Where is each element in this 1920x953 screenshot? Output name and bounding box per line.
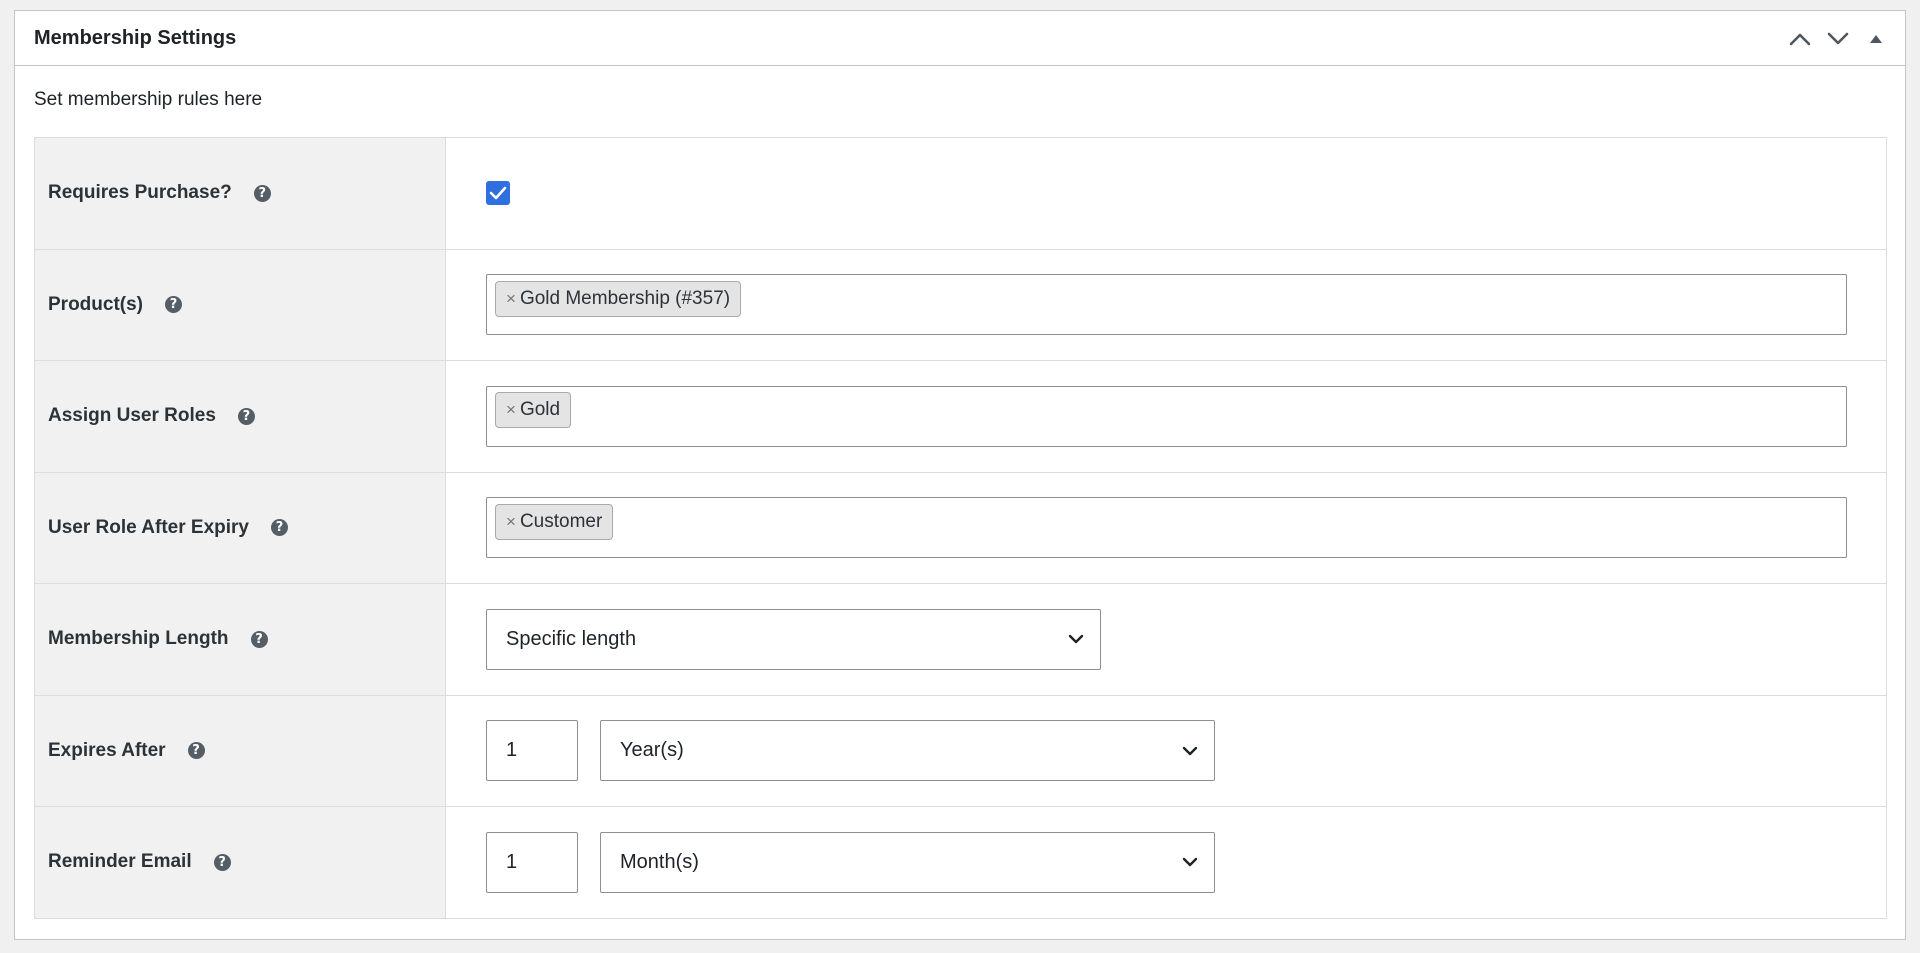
- token-label: Gold Membership (#357): [519, 287, 731, 309]
- assign-user-roles-label: Assign User Roles: [48, 405, 216, 427]
- chevron-up-icon: [1789, 33, 1811, 45]
- membership-length-select[interactable]: Specific length: [486, 608, 1101, 670]
- chevron-down-icon: [1068, 635, 1084, 644]
- move-down-button[interactable]: [1819, 19, 1857, 59]
- label-cell: Assign User Roles ?: [34, 360, 446, 473]
- membership-length-label: Membership Length: [48, 628, 229, 650]
- label-cell: Reminder Email ?: [34, 806, 446, 919]
- row-products: Product(s) ? × Gold Membership (#357): [34, 248, 1887, 361]
- row-user-role-after-expiry: User Role After Expiry ? × Customer: [34, 471, 1887, 584]
- user-role-after-expiry-label: User Role After Expiry: [48, 516, 249, 538]
- field-cell: × Gold Membership (#357): [445, 248, 1887, 361]
- selected-token: × Gold: [495, 392, 572, 429]
- field-cell: 1 Month(s): [445, 806, 1887, 919]
- metabox-title: Membership Settings: [34, 26, 237, 49]
- remove-token-icon[interactable]: ×: [506, 512, 516, 532]
- row-membership-length: Membership Length ? Specific length: [34, 583, 1887, 696]
- expires-after-unit-select[interactable]: Year(s): [600, 720, 1215, 782]
- move-up-button[interactable]: [1781, 19, 1819, 59]
- help-icon[interactable]: ?: [237, 407, 255, 425]
- row-expires-after: Expires After ? 1 Year(s): [34, 694, 1887, 807]
- help-icon[interactable]: ?: [187, 742, 205, 760]
- help-icon[interactable]: ?: [253, 184, 271, 202]
- remove-token-icon[interactable]: ×: [506, 289, 516, 309]
- label-cell: User Role After Expiry ?: [34, 471, 446, 584]
- reminder-email-label: Reminder Email: [48, 851, 192, 873]
- reminder-email-unit-select[interactable]: Month(s): [600, 831, 1215, 893]
- expires-after-label: Expires After: [48, 739, 166, 761]
- requires-purchase-label: Requires Purchase?: [48, 182, 232, 204]
- field-cell: × Gold: [445, 360, 1887, 473]
- field-cell: 1 Year(s): [445, 694, 1887, 807]
- field-cell: × Customer: [445, 471, 1887, 584]
- label-cell: Product(s) ?: [34, 248, 446, 361]
- token-label: Gold: [519, 399, 561, 421]
- row-requires-purchase: Requires Purchase? ?: [34, 137, 1887, 250]
- metabox-description: Set membership rules here: [34, 89, 263, 110]
- help-icon[interactable]: ?: [250, 630, 268, 648]
- row-reminder-email: Reminder Email ? 1 Month(s): [34, 806, 1887, 919]
- help-icon[interactable]: ?: [165, 296, 182, 314]
- products-select[interactable]: × Gold Membership (#357): [486, 274, 1847, 336]
- metabox-header: Membership Settings: [15, 11, 1905, 66]
- membership-settings-metabox: Membership Settings Set membership rules…: [14, 10, 1906, 940]
- selected-value: Specific length: [506, 627, 637, 650]
- requires-purchase-checkbox[interactable]: [486, 181, 510, 206]
- settings-table: Requires Purchase? ? Product(s) ? × Gold…: [34, 137, 1887, 919]
- field-cell: Specific length: [445, 583, 1887, 696]
- assign-user-roles-select[interactable]: × Gold: [486, 385, 1847, 447]
- help-icon[interactable]: ?: [213, 853, 231, 871]
- chevron-down-icon: [1182, 858, 1198, 867]
- toggle-panel-button[interactable]: [1857, 19, 1895, 59]
- products-label: Product(s): [48, 293, 143, 315]
- selected-value: Month(s): [620, 850, 699, 873]
- selected-token: × Customer: [495, 503, 614, 540]
- chevron-down-icon: [1182, 746, 1198, 755]
- row-assign-user-roles: Assign User Roles ? × Gold: [34, 360, 1887, 473]
- reminder-email-number-input[interactable]: 1: [486, 831, 578, 893]
- selected-token: × Gold Membership (#357): [495, 280, 742, 317]
- label-cell: Expires After ?: [34, 694, 446, 807]
- field-cell: [445, 137, 1887, 250]
- selected-value: Year(s): [620, 739, 684, 762]
- help-icon[interactable]: ?: [270, 519, 288, 537]
- checkmark-icon: [489, 186, 507, 200]
- metabox-controls: [1781, 11, 1895, 66]
- user-role-after-expiry-select[interactable]: × Customer: [486, 497, 1847, 559]
- label-cell: Requires Purchase? ?: [34, 137, 446, 250]
- label-cell: Membership Length ?: [34, 583, 446, 696]
- remove-token-icon[interactable]: ×: [506, 400, 516, 420]
- chevron-down-icon: [1827, 32, 1849, 44]
- token-label: Customer: [519, 510, 603, 532]
- expires-after-number-input[interactable]: 1: [486, 720, 578, 782]
- triangle-up-icon: [1870, 34, 1882, 43]
